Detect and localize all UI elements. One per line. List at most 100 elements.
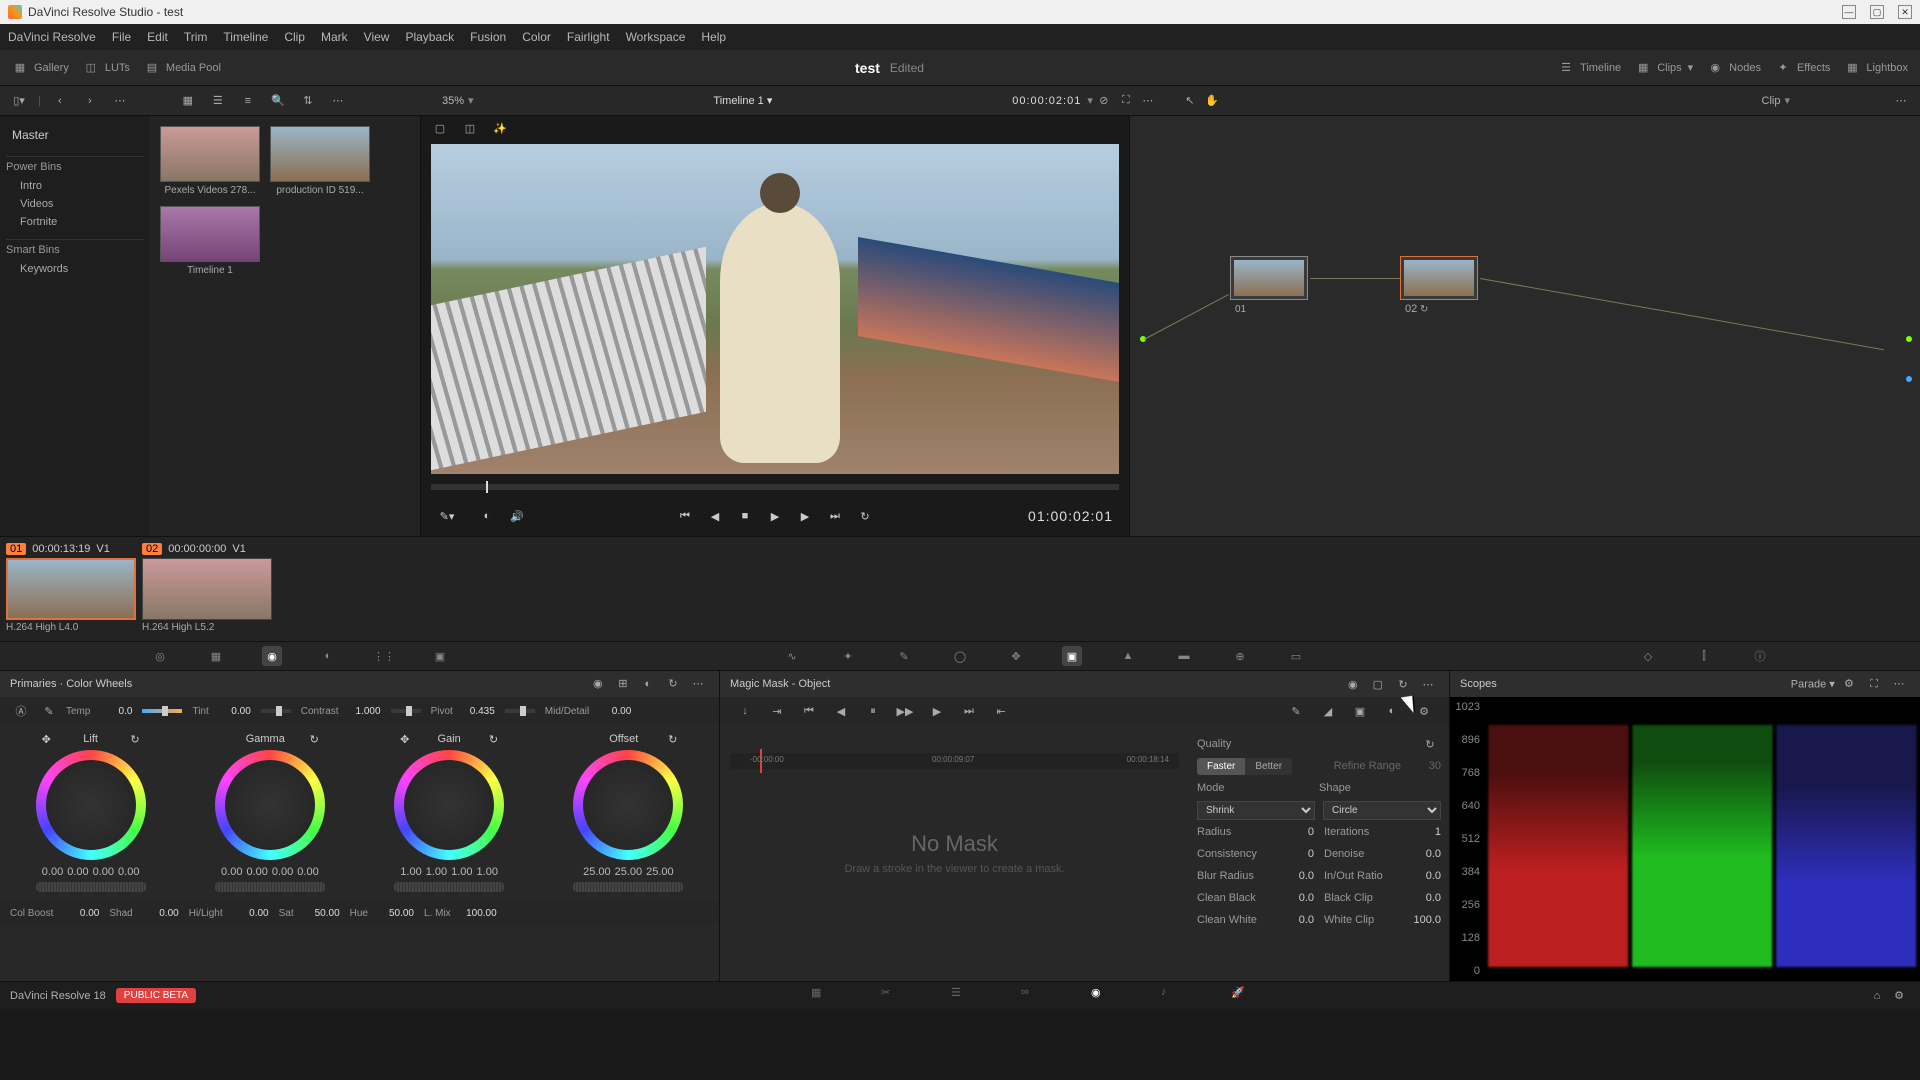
menu-davinci[interactable]: DaVinci Resolve bbox=[8, 30, 96, 44]
blur-icon[interactable]: ▲ bbox=[1118, 646, 1138, 666]
clip-card[interactable]: Pexels Videos 278... bbox=[160, 126, 260, 196]
curves-icon[interactable]: ∿ bbox=[782, 646, 802, 666]
reset-lift-icon[interactable]: ↻ bbox=[130, 733, 139, 746]
hand-tool-icon[interactable]: ✋ bbox=[1201, 90, 1223, 112]
menu-mark[interactable]: Mark bbox=[321, 30, 348, 44]
highlight-icon[interactable]: ▢ bbox=[429, 117, 451, 139]
next-frame-button[interactable]: ▶ bbox=[795, 506, 815, 526]
color-wheels-icon[interactable]: ◉ bbox=[262, 646, 282, 666]
tracker-icon[interactable]: ✥ bbox=[1006, 646, 1026, 666]
smartbin-keywords[interactable]: Keywords bbox=[6, 260, 144, 278]
auto-balance-icon[interactable]: Ⓐ bbox=[10, 700, 32, 722]
track-stop-icon[interactable]: ⏸ bbox=[862, 700, 884, 722]
reset-offset-icon[interactable]: ↻ bbox=[668, 733, 677, 746]
viewer-scrubber[interactable] bbox=[431, 484, 1119, 490]
mask-timeline-area[interactable]: -00:00:00 00:00:09:07 00:00:18:14 No Mas… bbox=[720, 725, 1189, 981]
menu-view[interactable]: View bbox=[364, 30, 390, 44]
pick-white-icon[interactable]: ✎ bbox=[38, 700, 60, 722]
quality-reset-icon[interactable]: ↻ bbox=[1419, 733, 1441, 755]
clip-card[interactable]: Timeline 1 bbox=[160, 206, 260, 276]
menu-clip[interactable]: Clip bbox=[284, 30, 305, 44]
timeline-clip[interactable]: 01 00:00:13:19 V1 H.264 High L4.0 bbox=[6, 543, 136, 633]
options-icon[interactable]: ⋯ bbox=[327, 90, 349, 112]
mask-out-icon[interactable]: ⇤ bbox=[990, 700, 1012, 722]
rgb-mixer-icon[interactable]: ⋮⋮ bbox=[374, 646, 394, 666]
info-icon[interactable]: ⓘ bbox=[1750, 646, 1770, 666]
gamma-wheel[interactable] bbox=[215, 750, 325, 860]
clip-card[interactable]: production ID 519... bbox=[270, 126, 370, 196]
play-button[interactable]: ▶ bbox=[765, 506, 785, 526]
pivot-value[interactable]: 0.435 bbox=[459, 706, 495, 717]
edit-page-icon[interactable]: ☰ bbox=[951, 986, 971, 1006]
invert-icon[interactable]: ◐ bbox=[1381, 700, 1403, 722]
fusion-page-icon[interactable]: ∞ bbox=[1021, 986, 1041, 1006]
search-icon[interactable]: 🔍 bbox=[267, 90, 289, 112]
output-dot[interactable] bbox=[1906, 336, 1912, 342]
bypass-icon[interactable]: ⊘ bbox=[1093, 90, 1115, 112]
home-icon[interactable]: ⌂ bbox=[1866, 985, 1888, 1007]
shape-select[interactable]: Circle bbox=[1323, 801, 1441, 820]
prev-frame-button[interactable]: ◀ bbox=[705, 506, 725, 526]
scope-more-icon[interactable]: ⋯ bbox=[1888, 673, 1910, 695]
mute-icon[interactable]: 🔊 bbox=[507, 506, 527, 526]
mask-object-icon[interactable]: ▢ bbox=[1367, 673, 1389, 695]
menu-trim[interactable]: Trim bbox=[184, 30, 208, 44]
picker-icon[interactable]: ✎▾ bbox=[437, 506, 457, 526]
viewer-more-icon[interactable]: ⋯ bbox=[1137, 90, 1159, 112]
reset-gain-icon[interactable]: ↻ bbox=[489, 733, 498, 746]
track-rev-icon[interactable]: ⏮ bbox=[798, 700, 820, 722]
scope-mode[interactable]: Parade ▾ bbox=[1791, 678, 1835, 690]
smartbins-header[interactable]: Smart Bins bbox=[6, 239, 144, 260]
contrast-value[interactable]: 1.000 bbox=[345, 706, 381, 717]
viewer-canvas[interactable] bbox=[431, 144, 1119, 474]
cut-page-icon[interactable]: ✂ bbox=[881, 986, 901, 1006]
hdr-icon[interactable]: ◐ bbox=[318, 646, 338, 666]
wand-icon[interactable]: ✨ bbox=[489, 117, 511, 139]
node-more-icon[interactable]: ⋯ bbox=[1890, 90, 1912, 112]
magic-mask-icon[interactable]: ▣ bbox=[1062, 646, 1082, 666]
nodes-button[interactable]: ◉Nodes bbox=[1707, 60, 1761, 76]
menu-edit[interactable]: Edit bbox=[147, 30, 168, 44]
menu-file[interactable]: File bbox=[112, 30, 131, 44]
menu-timeline[interactable]: Timeline bbox=[223, 30, 268, 44]
split-icon[interactable]: ◫ bbox=[459, 117, 481, 139]
mask-person-icon[interactable]: ◉ bbox=[1342, 673, 1364, 695]
offset-wheel[interactable] bbox=[573, 750, 683, 860]
luts-button[interactable]: ◫LUTs bbox=[83, 60, 130, 76]
expand-icon[interactable]: ⛶ bbox=[1115, 90, 1137, 112]
bars-mode-icon[interactable]: ⊞ bbox=[612, 673, 634, 695]
color-match-icon[interactable]: ▦ bbox=[206, 646, 226, 666]
deliver-page-icon[interactable]: 🚀 bbox=[1231, 986, 1251, 1006]
stroke-icon[interactable]: ✎ bbox=[1285, 700, 1307, 722]
menu-playback[interactable]: Playback bbox=[405, 30, 454, 44]
keyframes-icon[interactable]: ◇ bbox=[1638, 646, 1658, 666]
qualifier-icon[interactable]: ✎ bbox=[894, 646, 914, 666]
powerbin-fortnite[interactable]: Fortnite bbox=[6, 213, 144, 231]
clips-button[interactable]: ▦Clips▾ bbox=[1635, 60, 1693, 76]
lightbox-button[interactable]: ▦Lightbox bbox=[1844, 60, 1908, 76]
close-button[interactable]: ✕ bbox=[1898, 5, 1912, 19]
scope-expand-icon[interactable]: ⛶ bbox=[1863, 674, 1885, 696]
mask-settings-icon[interactable]: ⚙ bbox=[1413, 700, 1435, 722]
thumbnail-view-icon[interactable]: ▦ bbox=[177, 90, 199, 112]
wheels-mode-icon[interactable]: ◉ bbox=[587, 673, 609, 695]
overlay-icon[interactable]: ▣ bbox=[1349, 700, 1371, 722]
first-frame-button[interactable]: ⏮ bbox=[675, 506, 695, 526]
menu-color[interactable]: Color bbox=[522, 30, 551, 44]
window-icon[interactable]: ◯ bbox=[950, 646, 970, 666]
offset-jog[interactable] bbox=[573, 882, 683, 892]
gain-wheel[interactable] bbox=[394, 750, 504, 860]
mask-add-icon[interactable]: ↓ bbox=[734, 700, 756, 722]
node-01[interactable]: 01 bbox=[1230, 256, 1308, 300]
pointer-tool-icon[interactable]: ↖ bbox=[1179, 90, 1201, 112]
camera-raw-icon[interactable]: ◎ bbox=[150, 646, 170, 666]
powerbin-intro[interactable]: Intro bbox=[6, 177, 144, 195]
panel-more-icon[interactable]: ⋯ bbox=[687, 673, 709, 695]
last-frame-button[interactable]: ⏭ bbox=[825, 506, 845, 526]
menu-help[interactable]: Help bbox=[701, 30, 726, 44]
nav-back-icon[interactable]: ‹ bbox=[49, 90, 71, 112]
effects-button[interactable]: ✦Effects bbox=[1775, 60, 1830, 76]
timeline-button[interactable]: ☰Timeline bbox=[1558, 60, 1621, 76]
mask-more-icon[interactable]: ⋯ bbox=[1417, 673, 1439, 695]
sort-icon[interactable]: ⇅ bbox=[297, 90, 319, 112]
